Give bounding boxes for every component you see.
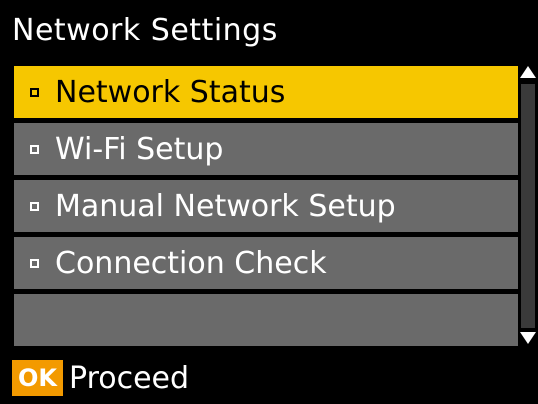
menu-item-network-status[interactable]: Network Status [14,66,518,118]
menu-item-label: Connection Check [55,245,327,281]
header-bar: Network Settings [0,0,538,60]
menu-item-wifi-setup[interactable]: Wi-Fi Setup [14,123,518,175]
proceed-label: Proceed [69,360,190,396]
bullet-icon [30,87,39,97]
menu-item-label: Manual Network Setup [55,188,396,224]
menu-item-label: Network Status [55,74,286,110]
menu-item-connection-check[interactable]: Connection Check [14,237,518,289]
arrow-down-icon[interactable] [520,332,536,344]
scrollbar-track[interactable] [521,84,535,328]
page-title: Network Settings [12,12,278,48]
scrollbar[interactable] [518,60,538,352]
ok-button[interactable]: OK [12,360,63,396]
arrow-up-icon[interactable] [520,66,536,78]
menu-item-empty [14,294,518,346]
bullet-icon [30,201,39,211]
settings-menu: Network Status Wi-Fi Setup Manual Networ… [0,60,518,352]
menu-item-manual-network-setup[interactable]: Manual Network Setup [14,180,518,232]
bullet-icon [30,258,39,268]
bullet-icon [30,144,39,154]
lcd-screen: Network Settings Network Status Wi-Fi Se… [0,0,538,404]
menu-item-label: Wi-Fi Setup [55,131,224,167]
footer-bar: OK Proceed [0,352,538,404]
